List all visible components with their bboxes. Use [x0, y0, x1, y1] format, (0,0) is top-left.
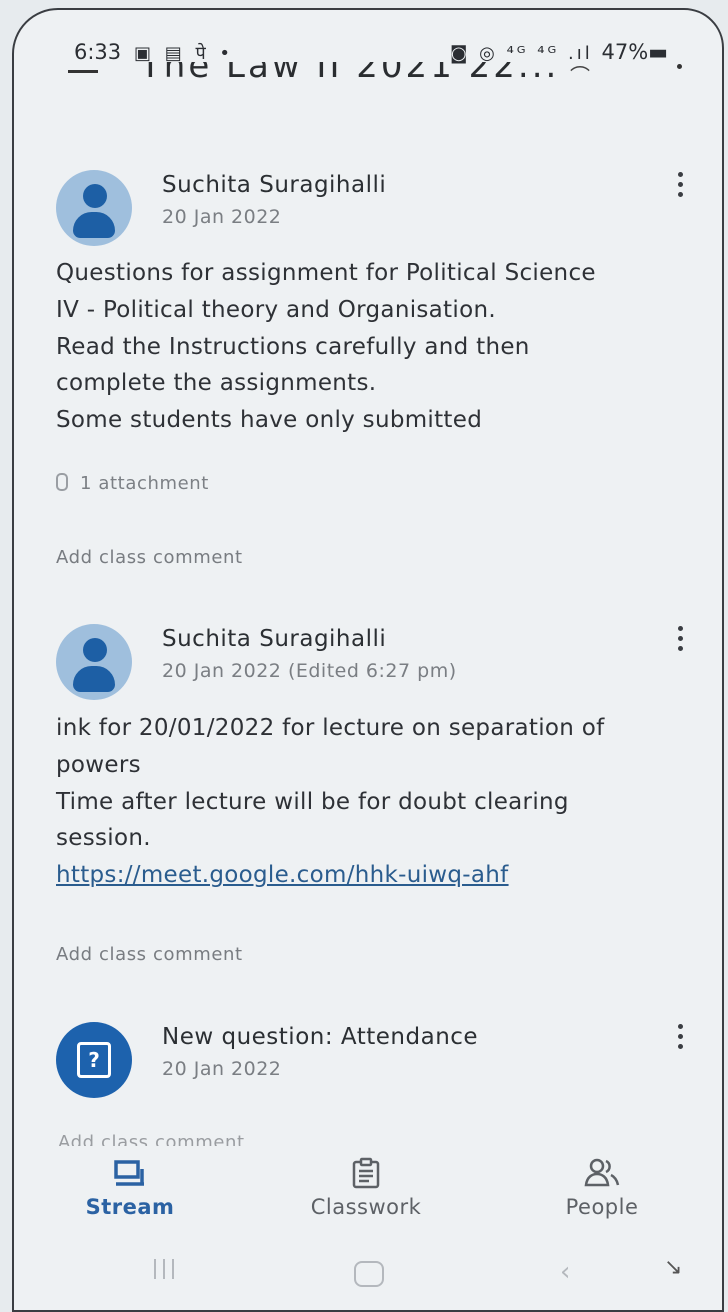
- phone-screen: 6:33 ▣ ▤ पे • ◙ ◎ ⁴ᴳ ⁴ᴳ .ıl 47%▬ The Law…: [12, 8, 724, 1312]
- post-date: 20 Jan 2022: [162, 206, 282, 228]
- stream-post[interactable]: Suchita Suragihalli 20 Jan 2022 (Edited …: [56, 624, 696, 984]
- avatar: [56, 170, 132, 246]
- meet-link[interactable]: https://meet.google.com/hhk-uiwq-ahf: [56, 857, 605, 894]
- cloud-icon[interactable]: ⌒: [570, 60, 590, 89]
- post-date: 20 Jan 2022: [162, 1058, 282, 1080]
- stream-icon: [40, 1155, 220, 1189]
- avatar-body: [73, 666, 115, 692]
- avatar: [56, 624, 132, 700]
- home-icon[interactable]: [354, 1261, 384, 1287]
- class-title: The Law II 2021 22...: [140, 50, 560, 86]
- nav-stream-label: Stream: [85, 1195, 175, 1219]
- post-line: Some students have only submitted: [56, 407, 483, 434]
- attachment-label: 1 attachment: [80, 473, 209, 494]
- menu-icon[interactable]: [68, 70, 98, 73]
- recent-apps-icon[interactable]: [154, 1259, 174, 1279]
- people-icon: [512, 1155, 692, 1189]
- add-class-comment[interactable]: Add class comment: [56, 944, 243, 965]
- question-icon: ?: [56, 1022, 132, 1098]
- nav-classwork-label: Classwork: [310, 1195, 422, 1219]
- nav-stream[interactable]: Stream: [40, 1155, 220, 1219]
- question-post[interactable]: ? New question: Attendance 20 Jan 2022: [56, 1022, 696, 1122]
- post-author: Suchita Suragihalli: [162, 626, 387, 652]
- question-title: New question: Attendance: [162, 1024, 479, 1050]
- nav-people[interactable]: People: [512, 1155, 692, 1219]
- paperclip-icon: [56, 473, 68, 491]
- post-line: complete the assignments.: [56, 370, 377, 397]
- post-line: Read the Instructions carefully and then: [56, 333, 530, 360]
- avatar-head: [83, 638, 107, 662]
- bottom-navigation: Stream Classwork People: [14, 1155, 722, 1235]
- app-bar: The Law II 2021 22... ⌒: [62, 50, 682, 90]
- post-author: Suchita Suragihalli: [162, 172, 387, 198]
- post-line: Time after lecture will be for doubt cle…: [56, 788, 569, 815]
- post-line: session.: [56, 825, 151, 852]
- stream-post[interactable]: Suchita Suragihalli 20 Jan 2022 Question…: [56, 170, 696, 590]
- post-options-icon[interactable]: [678, 172, 684, 197]
- post-line: ink for 20/01/2022 for lecture on separa…: [56, 715, 605, 741]
- nav-people-label: People: [565, 1195, 639, 1219]
- avatar-body: [73, 212, 115, 238]
- post-body: ink for 20/01/2022 for lecture on separa…: [56, 710, 605, 894]
- system-nav-bar: ‹ ↘: [14, 1245, 722, 1305]
- keyboard-hide-icon[interactable]: ↘: [664, 1255, 682, 1280]
- avatar-head: [83, 184, 107, 208]
- post-line: Questions for assignment for Political S…: [56, 260, 596, 286]
- post-line: IV - Political theory and Organisation.: [56, 296, 496, 323]
- back-icon[interactable]: ‹: [560, 1257, 570, 1287]
- add-class-comment[interactable]: Add class comment: [58, 1132, 245, 1146]
- post-line: powers: [56, 751, 141, 778]
- post-options-icon[interactable]: [678, 626, 684, 651]
- post-body: Questions for assignment for Political S…: [56, 255, 596, 439]
- overflow-menu-icon[interactable]: [677, 64, 682, 69]
- nav-classwork[interactable]: Classwork: [276, 1155, 456, 1219]
- add-class-comment[interactable]: Add class comment: [56, 547, 243, 568]
- post-options-icon[interactable]: [678, 1024, 684, 1049]
- classwork-icon: [276, 1155, 456, 1189]
- post-date: 20 Jan 2022 (Edited 6:27 pm): [162, 660, 457, 682]
- attachment-link[interactable]: 1 attachment: [56, 473, 209, 494]
